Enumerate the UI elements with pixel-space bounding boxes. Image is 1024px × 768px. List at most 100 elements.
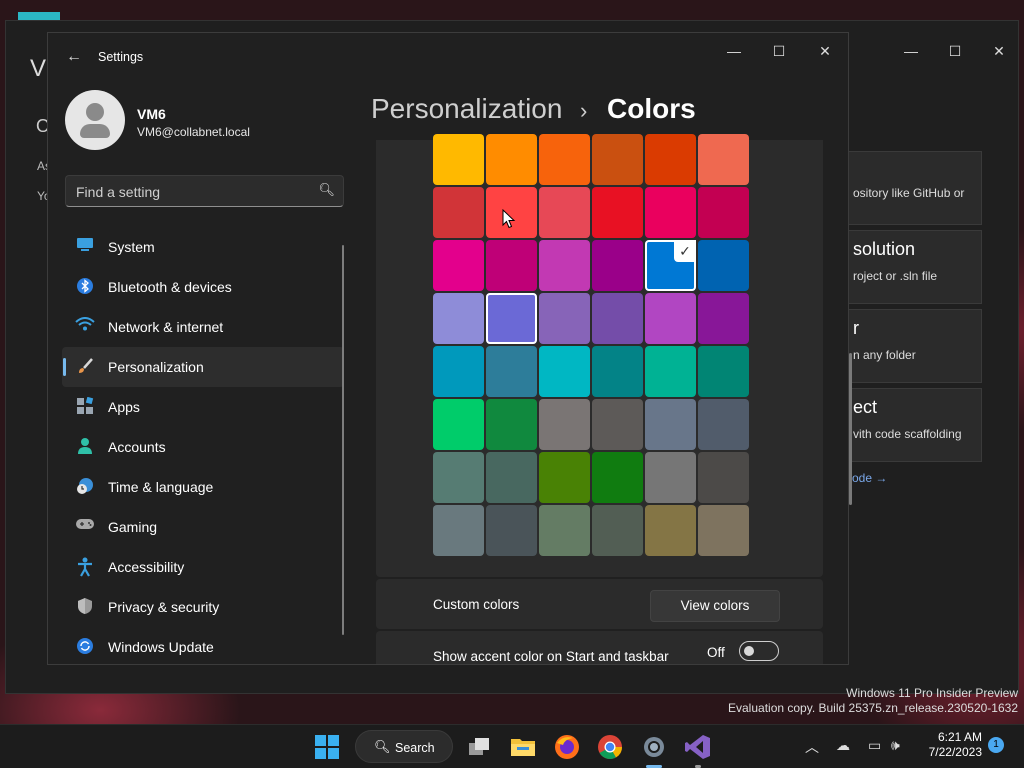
network-icon[interactable]: ▭ xyxy=(868,737,881,754)
visual-studio-icon[interactable] xyxy=(684,733,712,761)
accent-color-swatch[interactable] xyxy=(592,346,643,397)
accent-color-swatch[interactable] xyxy=(486,346,537,397)
accent-color-swatch[interactable] xyxy=(486,399,537,450)
accent-color-swatch[interactable] xyxy=(539,452,590,503)
accent-color-swatch[interactable] xyxy=(486,505,537,556)
windows-start-icon[interactable] xyxy=(313,733,341,761)
accent-color-swatch[interactable] xyxy=(698,452,749,503)
sidebar-item-system[interactable]: System xyxy=(62,227,344,267)
accent-color-swatch[interactable] xyxy=(645,187,696,238)
task-view-icon[interactable] xyxy=(465,733,493,761)
accent-color-swatch[interactable]: ✓ xyxy=(645,240,696,291)
breadcrumb-parent[interactable]: Personalization xyxy=(371,93,562,125)
firefox-icon[interactable] xyxy=(553,733,581,761)
accent-color-swatch[interactable] xyxy=(486,293,537,344)
watermark-line1: Windows 11 Pro Insider Preview xyxy=(846,686,1018,700)
vs-window-controls: — ☐ ✕ xyxy=(904,43,1006,60)
accent-color-swatch[interactable] xyxy=(592,240,643,291)
accent-color-swatch[interactable] xyxy=(592,134,643,185)
file-explorer-icon[interactable] xyxy=(509,733,537,761)
maximize-icon[interactable]: ☐ xyxy=(767,41,791,61)
settings-icon[interactable] xyxy=(640,733,668,761)
accent-color-swatch[interactable] xyxy=(645,293,696,344)
taskbar-search[interactable]: 🔍︎ Search xyxy=(355,730,453,763)
sidebar-item-accounts[interactable]: Accounts xyxy=(62,427,344,467)
close-icon[interactable]: ✕ xyxy=(813,41,837,61)
accent-color-swatch[interactable] xyxy=(645,346,696,397)
sidebar-item-network[interactable]: Network & internet xyxy=(62,307,344,347)
accent-color-swatch[interactable] xyxy=(698,346,749,397)
accent-color-swatch[interactable] xyxy=(592,452,643,503)
show-accent-toggle[interactable] xyxy=(739,641,779,661)
accent-color-swatch[interactable] xyxy=(433,240,484,291)
search-input[interactable]: Find a setting 🔍︎ xyxy=(65,175,344,207)
avatar[interactable] xyxy=(65,90,125,150)
accent-color-swatch[interactable] xyxy=(433,399,484,450)
accent-color-swatch[interactable] xyxy=(539,134,590,185)
accent-color-swatch[interactable] xyxy=(433,293,484,344)
vs-new-project-card[interactable]: ect vith code scaffolding xyxy=(838,388,982,462)
close-icon[interactable]: ✕ xyxy=(992,43,1006,60)
back-arrow-icon[interactable]: ← xyxy=(64,47,84,67)
accent-color-swatch[interactable] xyxy=(433,452,484,503)
accent-color-swatch[interactable] xyxy=(539,293,590,344)
minimize-icon[interactable]: — xyxy=(722,41,746,61)
sidebar-item-bluetooth[interactable]: Bluetooth & devices xyxy=(62,267,344,307)
accessibility-icon xyxy=(75,557,95,577)
accent-color-swatch[interactable] xyxy=(486,240,537,291)
accent-color-swatch[interactable] xyxy=(698,134,749,185)
sidebar-item-time-language[interactable]: Time & language xyxy=(62,467,344,507)
accent-color-swatch[interactable] xyxy=(539,346,590,397)
accent-color-swatch[interactable] xyxy=(433,346,484,397)
accent-color-swatch[interactable] xyxy=(539,187,590,238)
accent-color-swatch[interactable] xyxy=(698,187,749,238)
accent-color-swatch[interactable] xyxy=(592,399,643,450)
vs-scrollbar[interactable] xyxy=(849,353,852,505)
accent-color-swatch[interactable] xyxy=(433,505,484,556)
vs-clone-repo-card[interactable]: ository like GitHub or xyxy=(838,151,982,225)
minimize-icon[interactable]: — xyxy=(904,43,918,60)
taskbar: 🔍︎ Search ︿ ☁ ▭ 🕪︎ 6:21 AM 7/22/2023 1 xyxy=(0,724,1024,768)
accent-color-swatch[interactable] xyxy=(486,452,537,503)
accent-color-swatch[interactable] xyxy=(645,134,696,185)
accent-color-swatch[interactable] xyxy=(645,399,696,450)
sidebar-item-accessibility[interactable]: Accessibility xyxy=(62,547,344,587)
chevron-up-icon[interactable]: ︿ xyxy=(805,737,819,757)
bluetooth-icon xyxy=(75,277,95,297)
accent-color-swatch[interactable] xyxy=(645,452,696,503)
monitor-icon xyxy=(75,237,95,257)
vs-open-folder-card[interactable]: r n any folder xyxy=(838,309,982,383)
custom-colors-label: Custom colors xyxy=(433,597,520,612)
accent-color-swatch[interactable] xyxy=(592,505,643,556)
accent-color-swatch[interactable] xyxy=(486,134,537,185)
clock[interactable]: 6:21 AM 7/22/2023 xyxy=(922,730,982,760)
accent-color-swatch[interactable] xyxy=(539,399,590,450)
accent-color-swatch[interactable] xyxy=(592,293,643,344)
notification-badge[interactable]: 1 xyxy=(988,737,1004,753)
chrome-icon[interactable] xyxy=(596,733,624,761)
sidebar-item-apps[interactable]: Apps xyxy=(62,387,344,427)
desktop-icon[interactable] xyxy=(18,12,60,20)
cloud-sync-icon[interactable]: ☁ xyxy=(836,737,850,754)
vs-continue-link[interactable]: ode → xyxy=(852,471,887,485)
maximize-icon[interactable]: ☐ xyxy=(948,43,962,60)
accent-color-swatch[interactable] xyxy=(433,134,484,185)
accent-color-swatch[interactable] xyxy=(698,240,749,291)
accent-color-swatch[interactable] xyxy=(698,505,749,556)
sidebar-item-privacy[interactable]: Privacy & security xyxy=(62,587,344,627)
accent-color-swatch[interactable] xyxy=(698,399,749,450)
accent-color-swatch[interactable] xyxy=(698,293,749,344)
sidebar-item-gaming[interactable]: Gaming xyxy=(62,507,344,547)
sidebar-scrollbar[interactable] xyxy=(342,245,344,635)
accent-color-swatch[interactable] xyxy=(645,505,696,556)
accent-color-swatch[interactable] xyxy=(539,505,590,556)
volume-icon[interactable]: 🕪︎ xyxy=(891,737,900,754)
view-colors-button[interactable]: View colors xyxy=(650,590,780,622)
vs-open-solution-card[interactable]: solution roject or .sln file xyxy=(838,230,982,304)
sidebar-item-personalization[interactable]: Personalization xyxy=(62,347,344,387)
accent-color-swatch[interactable] xyxy=(539,240,590,291)
accent-color-swatch[interactable] xyxy=(592,187,643,238)
accent-color-swatch[interactable] xyxy=(433,187,484,238)
settings-window: ← Settings — ☐ ✕ VM6 VM6@collabnet.local… xyxy=(47,32,849,665)
sidebar-item-windows-update[interactable]: Windows Update xyxy=(62,627,344,664)
